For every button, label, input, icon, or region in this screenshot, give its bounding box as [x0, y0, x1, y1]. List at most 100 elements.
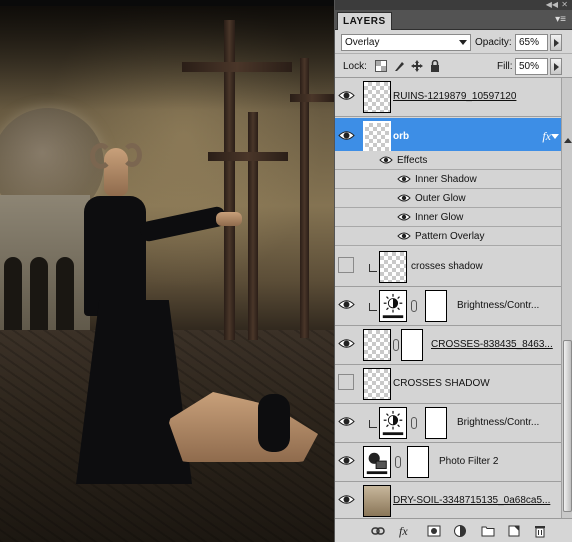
visibility-toggle-empty[interactable]	[338, 374, 354, 390]
layer-thumbnail	[363, 121, 391, 153]
panel-title-strip: ◀◀ ✕	[335, 0, 572, 10]
visibility-eye-icon[interactable]	[338, 335, 355, 352]
effect-row[interactable]: Outer Glow	[335, 189, 561, 208]
layer-row[interactable]: RUINS-1219879_10597120	[335, 78, 561, 117]
gas-mask	[258, 394, 290, 452]
effect-label: Outer Glow	[415, 193, 466, 204]
lock-all-icon[interactable]	[429, 60, 441, 72]
scrollbar-thumb[interactable]	[563, 340, 572, 512]
visibility-eye-icon[interactable]	[338, 452, 355, 469]
chevron-down-icon	[459, 40, 467, 45]
clipping-arrow-icon	[369, 420, 377, 428]
mask-link-icon[interactable]	[395, 456, 401, 468]
effects-label: Effects	[397, 155, 428, 166]
panel-tab-bar: LAYERS ▾≡	[335, 10, 572, 30]
collapse-panel-icon[interactable]: ◀◀	[546, 0, 558, 10]
lock-label: Lock:	[343, 61, 367, 72]
effect-eye-icon[interactable]	[397, 192, 411, 204]
lock-image-pixels-icon[interactable]	[393, 60, 405, 72]
layer-thumbnail	[363, 485, 391, 517]
layer-row[interactable]: CROSSES SHADOW	[335, 365, 561, 404]
mask-link-icon[interactable]	[411, 300, 417, 312]
effect-row[interactable]: Pattern Overlay	[335, 227, 561, 246]
fill-field[interactable]: 50%	[515, 58, 548, 75]
layer-name[interactable]: Brightness/Contr...	[457, 300, 557, 311]
sky-texture	[0, 0, 334, 110]
layer-row[interactable]: DRY-SOIL-3348715135_0a68ca5...	[335, 482, 561, 518]
effect-label: Inner Shadow	[415, 174, 477, 185]
scroll-up-icon[interactable]	[564, 138, 572, 143]
layer-name[interactable]: crosses shadow	[411, 261, 483, 272]
visibility-eye-icon[interactable]	[338, 127, 355, 144]
layer-list: RUINS-1219879_10597120 orb fx Effects In…	[335, 78, 561, 518]
effect-eye-icon[interactable]	[397, 230, 411, 242]
arch	[4, 257, 22, 335]
effect-row[interactable]: Inner Shadow	[335, 170, 561, 189]
layer-row[interactable]: Photo Filter 2	[335, 443, 561, 482]
close-panel-icon[interactable]: ✕	[561, 0, 568, 10]
ram-horn	[122, 143, 142, 167]
brightness-contrast-icon	[379, 290, 407, 322]
layer-row[interactable]: crosses shadow	[335, 248, 561, 287]
opacity-field[interactable]: 65%	[515, 34, 548, 51]
visibility-eye-icon[interactable]	[338, 413, 355, 430]
effects-eye-icon[interactable]	[379, 154, 393, 166]
layer-name[interactable]: CROSSES SHADOW	[393, 378, 490, 389]
layer-name[interactable]: orb	[393, 131, 409, 142]
layer-list-scrollbar[interactable]	[561, 78, 572, 518]
cross-right-beam	[290, 94, 334, 102]
layer-mask-thumbnail[interactable]	[401, 329, 423, 361]
cross-mid-beam	[208, 152, 288, 161]
layer-row[interactable]: Brightness/Contr...	[335, 287, 561, 326]
fx-icon[interactable]: fx	[542, 129, 551, 144]
ram-horn	[90, 143, 112, 169]
lock-transparent-pixels-icon[interactable]	[375, 60, 387, 72]
effect-eye-icon[interactable]	[397, 173, 411, 185]
expand-effects-icon[interactable]	[551, 134, 559, 139]
fill-slider-button[interactable]	[550, 58, 562, 75]
figure-gown	[76, 300, 192, 484]
effects-row[interactable]: Effects	[335, 151, 561, 170]
layer-name[interactable]: CROSSES-838435_8463...	[431, 339, 555, 350]
lock-position-icon[interactable]	[411, 60, 423, 72]
layer-name[interactable]: RUINS-1219879_10597120	[393, 91, 553, 102]
opacity-slider-button[interactable]	[550, 34, 562, 51]
effect-eye-icon[interactable]	[397, 211, 411, 223]
fill-label: Fill:	[497, 61, 513, 72]
panel-menu-icon[interactable]: ▾≡	[555, 14, 566, 26]
layer-style-icon[interactable]: fx	[399, 524, 413, 538]
photo-filter-icon	[363, 446, 391, 478]
layer-mask-thumbnail[interactable]	[425, 290, 447, 322]
effect-label: Pattern Overlay	[415, 231, 485, 242]
document-canvas[interactable]	[0, 0, 334, 542]
arch	[56, 257, 74, 335]
link-layers-icon[interactable]	[371, 524, 385, 538]
figure-torso	[84, 196, 146, 316]
new-group-icon[interactable]	[481, 524, 495, 538]
visibility-toggle-empty[interactable]	[338, 257, 354, 273]
tab-layers[interactable]: LAYERS	[337, 12, 392, 30]
mask-link-icon[interactable]	[411, 417, 417, 429]
blend-row: Overlay Opacity: 65%	[335, 30, 572, 54]
visibility-eye-icon[interactable]	[338, 87, 355, 104]
figure-arm	[138, 205, 228, 243]
visibility-eye-icon[interactable]	[338, 296, 355, 313]
effect-row[interactable]: Inner Glow	[335, 208, 561, 227]
layer-row[interactable]: CROSSES-838435_8463...	[335, 326, 561, 365]
add-mask-icon[interactable]	[427, 524, 441, 538]
canvas-top-edge	[0, 0, 334, 6]
effect-label: Inner Glow	[415, 212, 464, 223]
new-layer-icon[interactable]	[507, 524, 521, 538]
trash-icon[interactable]	[533, 524, 547, 538]
visibility-eye-icon[interactable]	[338, 491, 355, 508]
layer-name[interactable]: Brightness/Contr...	[457, 417, 557, 428]
layer-mask-thumbnail[interactable]	[425, 407, 447, 439]
layer-row[interactable]: Brightness/Contr...	[335, 404, 561, 443]
mask-link-icon[interactable]	[393, 339, 399, 351]
blend-mode-select[interactable]: Overlay	[341, 34, 471, 51]
layer-name[interactable]: DRY-SOIL-3348715135_0a68ca5...	[393, 495, 555, 506]
adjustment-layer-icon[interactable]	[453, 524, 467, 538]
opacity-label: Opacity:	[475, 37, 512, 48]
layer-mask-thumbnail[interactable]	[407, 446, 429, 478]
layer-name[interactable]: Photo Filter 2	[439, 456, 498, 467]
